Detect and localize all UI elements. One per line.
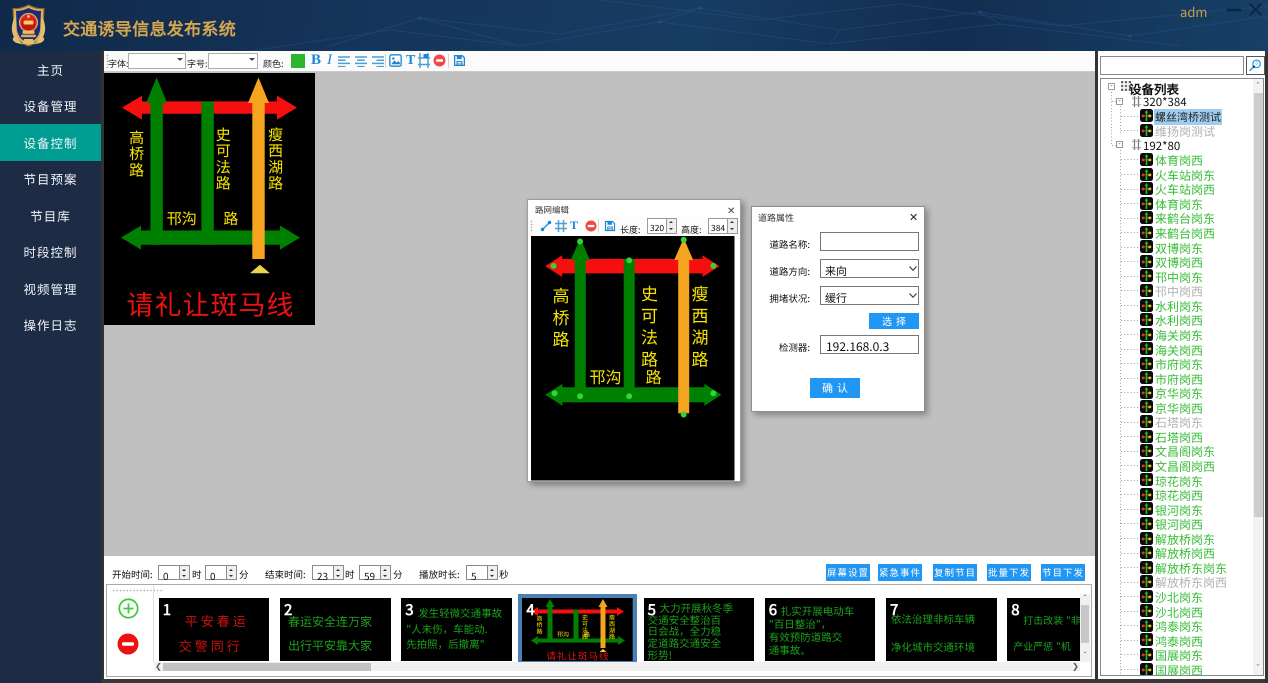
svg-text:请礼让斑马线: 请礼让斑马线: [127, 283, 295, 322]
svg-text:路: 路: [216, 173, 231, 194]
svg-text:路: 路: [537, 626, 543, 635]
svg-text:路: 路: [584, 630, 590, 639]
svg-text:邗沟: 邗沟: [167, 208, 197, 229]
svg-text:3: 3: [1255, 61, 1258, 67]
svg-text:路: 路: [553, 326, 570, 351]
svg-text:邗沟: 邗沟: [589, 364, 621, 388]
svg-text:邗沟: 邗沟: [557, 630, 569, 639]
svg-text:路: 路: [646, 364, 662, 388]
svg-text:路: 路: [129, 159, 144, 180]
svg-text:路: 路: [223, 208, 238, 229]
svg-text:路: 路: [609, 632, 615, 641]
svg-text:路: 路: [268, 173, 283, 194]
svg-text:路: 路: [692, 345, 709, 370]
svg-text:请礼让斑马线: 请礼让斑马线: [547, 649, 610, 662]
